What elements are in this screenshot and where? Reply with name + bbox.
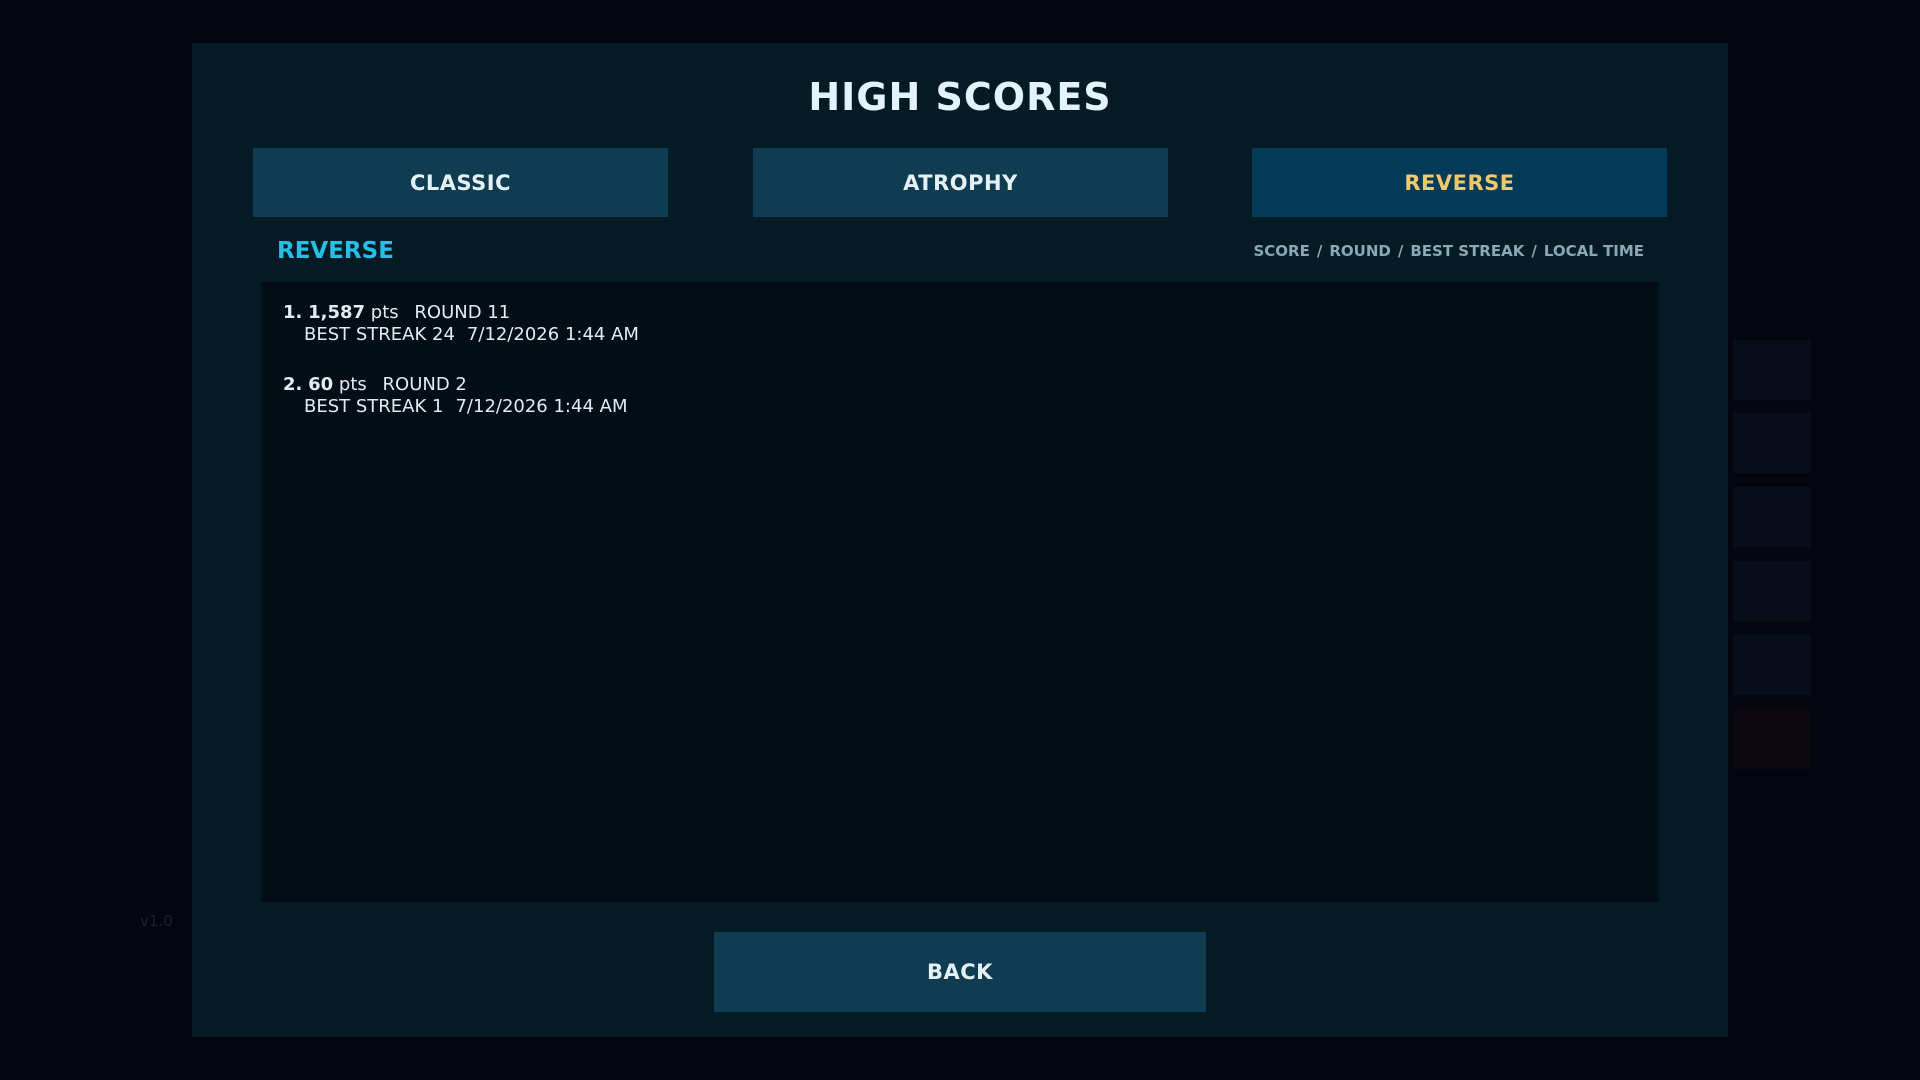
background-tile (1734, 340, 1810, 400)
score-points: 60 (308, 374, 334, 395)
column-score: SCORE (1253, 242, 1310, 260)
score-round: ROUND 2 (382, 374, 467, 395)
version-label: v1.0 (140, 912, 173, 930)
tab-classic[interactable]: CLASSIC (253, 148, 668, 217)
score-unit: pts (338, 374, 367, 395)
score-list[interactable]: 1. 1,587 pts ROUND 11 BEST STREAK 24 7/12… (261, 282, 1659, 902)
column-legend: SCORE / ROUND / BEST STREAK / LOCAL TIME (1253, 239, 1644, 263)
score-local-time: 7/12/2026 1:44 AM (466, 324, 639, 345)
column-round: ROUND (1329, 242, 1391, 260)
column-local-time: LOCAL TIME (1543, 242, 1644, 260)
background-tile (1734, 561, 1810, 621)
score-entry: 2. 60 pts ROUND 2 BEST STREAK 1 7/12/2026… (283, 374, 627, 418)
score-points: 1,587 (308, 302, 366, 323)
tab-reverse[interactable]: REVERSE (1252, 148, 1667, 217)
column-best-streak: BEST STREAK (1410, 242, 1525, 260)
score-local-time: 7/12/2026 1:44 AM (455, 396, 628, 417)
score-best-streak: BEST STREAK 24 (304, 324, 455, 345)
background-tile (1734, 635, 1810, 695)
background-tile (1734, 709, 1810, 769)
score-rank: 1. (283, 302, 303, 323)
background-tile (1734, 487, 1810, 547)
score-unit: pts (370, 302, 399, 323)
score-round: ROUND 11 (414, 302, 511, 323)
background-tile (1734, 413, 1810, 473)
tab-atrophy[interactable]: ATROPHY (753, 148, 1168, 217)
column-separator: / (1316, 242, 1323, 260)
score-entry: 1. 1,587 pts ROUND 11 BEST STREAK 24 7/12… (283, 302, 639, 346)
back-button[interactable]: BACK (714, 932, 1206, 1012)
panel-title: HIGH SCORES (808, 75, 1112, 119)
score-rank: 2. (283, 374, 303, 395)
score-best-streak: BEST STREAK 1 (304, 396, 444, 417)
mode-label: REVERSE (277, 238, 394, 264)
column-separator: / (1531, 242, 1537, 260)
column-separator: / (1397, 242, 1404, 260)
high-scores-panel: HIGH SCORES CLASSIC ATROPHY REVERSE REVE… (192, 43, 1728, 1037)
